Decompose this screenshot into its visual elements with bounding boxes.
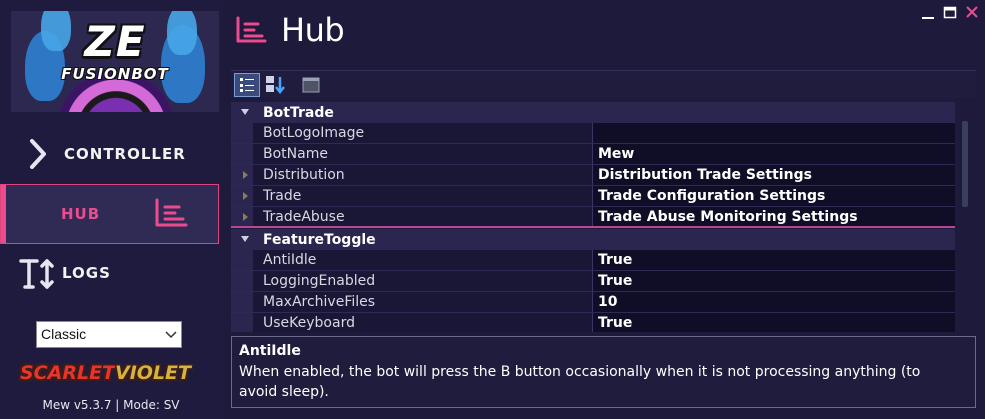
property-row[interactable]: Distribution Distribution Trade Settings — [231, 165, 955, 186]
row-gutter — [231, 207, 253, 227]
chevron-down-icon — [165, 331, 177, 339]
category-name: BotTrade — [263, 105, 334, 121]
nav-item-logs[interactable]: LOGS — [0, 244, 219, 304]
property-value[interactable]: Distribution Trade Settings — [593, 165, 955, 185]
nav-label-hub: HUB — [61, 205, 101, 223]
help-title: AntiIdle — [239, 343, 301, 359]
row-gutter — [231, 165, 253, 185]
scrollbar-thumb[interactable] — [962, 121, 968, 207]
property-name: LoggingEnabled — [253, 271, 593, 291]
property-row[interactable]: Trade Trade Configuration Settings — [231, 186, 955, 207]
row-gutter — [231, 250, 253, 270]
hub-icon — [155, 198, 188, 227]
property-value[interactable] — [593, 123, 955, 143]
close-icon[interactable] — [965, 4, 979, 20]
game-logo-scarlet: SCARLET — [20, 362, 116, 384]
minimize-icon[interactable] — [921, 4, 935, 20]
row-gutter — [231, 271, 253, 291]
property-name: TradeAbuse — [253, 207, 593, 227]
categorized-icon — [240, 78, 254, 92]
nav-label-controller: CONTROLLER — [64, 145, 186, 163]
window-controls — [921, 4, 979, 24]
collapse-icon[interactable] — [241, 236, 249, 242]
alphabetical-icon — [266, 76, 285, 95]
game-logo: SCARLETVIOLET — [20, 362, 200, 390]
text-resize-icon — [19, 259, 54, 289]
chevron-right-icon — [30, 139, 46, 169]
property-grid-toolbar — [231, 70, 976, 98]
property-value[interactable]: True — [593, 313, 955, 332]
help-pane: AntiIdle When enabled, the bot will pres… — [231, 336, 976, 408]
property-row[interactable]: TradeAbuse Trade Abuse Monitoring Settin… — [231, 207, 955, 228]
property-grid: BotTrade BotLogoImage BotName Mew Distri… — [231, 101, 976, 332]
collapse-icon[interactable] — [241, 109, 249, 115]
property-row[interactable]: AntiIdle True — [231, 250, 955, 271]
property-row[interactable]: BotName Mew — [231, 144, 955, 165]
property-value[interactable]: True — [593, 271, 955, 291]
row-gutter — [231, 144, 253, 164]
property-value[interactable]: Trade Abuse Monitoring Settings — [593, 207, 955, 227]
theme-select[interactable]: Classic — [36, 321, 182, 348]
help-description: When enabled, the bot will press the B b… — [239, 364, 921, 400]
property-value[interactable]: True — [593, 250, 955, 270]
property-value[interactable]: Mew — [593, 144, 955, 164]
category-row-bottrade[interactable]: BotTrade — [231, 102, 955, 123]
app-logo: ZE FUSIONBOT — [11, 11, 219, 112]
property-row[interactable]: LoggingEnabled True — [231, 271, 955, 292]
category-name: FeatureToggle — [263, 232, 376, 248]
property-value[interactable]: Trade Configuration Settings — [593, 186, 955, 206]
property-pages-button[interactable] — [299, 73, 325, 97]
theme-select-value: Classic — [41, 326, 87, 342]
version-label: Mew v5.3.7 | Mode: SV — [42, 398, 180, 412]
property-name: Trade — [253, 186, 593, 206]
nav-item-hub[interactable]: HUB — [0, 184, 219, 244]
logo-title: ZE — [84, 17, 146, 66]
nav-label-logs: LOGS — [62, 264, 111, 282]
property-value[interactable]: 10 — [593, 292, 955, 312]
property-row[interactable]: MaxArchiveFiles 10 — [231, 292, 955, 313]
alphabetical-button[interactable] — [263, 73, 289, 97]
property-name: BotName — [253, 144, 593, 164]
row-gutter — [231, 313, 253, 332]
property-name: AntiIdle — [253, 250, 593, 270]
property-name: BotLogoImage — [253, 123, 593, 143]
active-indicator — [1, 185, 6, 243]
category-row-featuretoggle[interactable]: FeatureToggle — [231, 229, 955, 250]
expand-icon[interactable] — [243, 192, 248, 200]
property-name: Distribution — [253, 165, 593, 185]
nav-item-controller[interactable]: CONTROLLER — [0, 124, 219, 184]
categorized-button[interactable] — [234, 73, 260, 97]
page-title: Hub — [281, 11, 345, 49]
expand-icon[interactable] — [243, 171, 248, 179]
game-logo-violet: VIOLET — [115, 362, 191, 384]
property-row[interactable]: BotLogoImage — [231, 123, 955, 144]
expand-icon[interactable] — [243, 213, 248, 221]
row-gutter — [231, 123, 253, 143]
hub-icon — [236, 16, 267, 43]
property-row[interactable]: UseKeyboard True — [231, 313, 955, 332]
property-pages-icon — [302, 77, 320, 93]
property-name: MaxArchiveFiles — [253, 292, 593, 312]
selection-divider — [231, 226, 955, 228]
row-gutter — [231, 186, 253, 206]
row-gutter — [231, 292, 253, 312]
sidebar: ZE FUSIONBOT CONTROLLER HUB LOGS Classic… — [0, 0, 222, 419]
property-name: UseKeyboard — [253, 313, 593, 332]
maximize-icon[interactable] — [943, 4, 957, 20]
logo-subtitle: FUSIONBOT — [61, 65, 169, 83]
